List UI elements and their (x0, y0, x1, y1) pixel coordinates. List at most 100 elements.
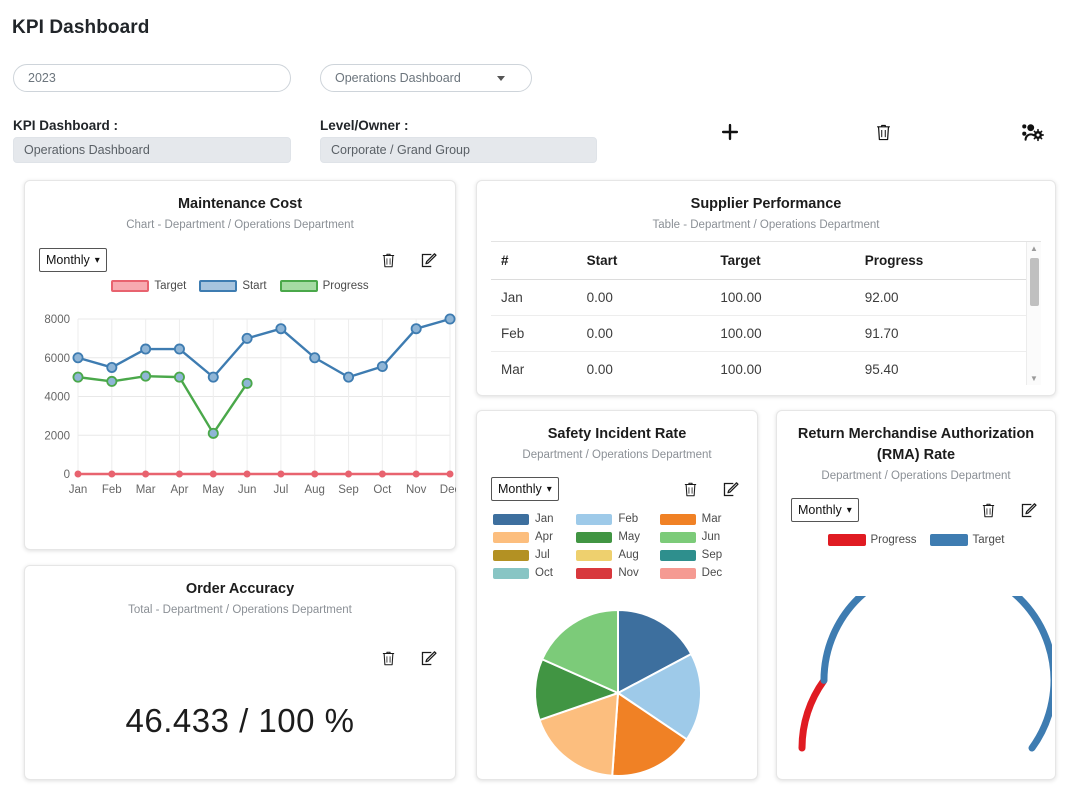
svg-text:Apr: Apr (171, 484, 189, 496)
dashboard-select[interactable]: Operations Dashboard (320, 64, 532, 92)
pie-legend-swatch-may (576, 531, 613, 543)
svg-text:Nov: Nov (406, 484, 427, 496)
level-owner-value: Corporate / Grand Group (320, 137, 597, 163)
period-select-maintenance[interactable]: Monthly ▾ (39, 248, 107, 273)
legend-swatch-progress (827, 534, 866, 547)
plus-icon[interactable] (716, 118, 744, 146)
card-edit-icon[interactable] (719, 478, 741, 500)
supplier-table-wrap: # Start Target Progress Jan 0.00 100.00 … (491, 241, 1041, 385)
svg-text:4000: 4000 (44, 392, 70, 404)
cell-target: 100.00 (710, 351, 855, 385)
card-edit-icon[interactable] (1017, 499, 1039, 521)
card-subtitle: Chart - Department / Operations Departme… (126, 219, 354, 232)
pie-legend-item: Nov (576, 567, 657, 579)
scroll-up-icon[interactable]: ▲ (1030, 242, 1038, 255)
pie-legend-label: Jul (535, 549, 550, 562)
chevron-down-icon: ▾ (94, 254, 100, 266)
legend-item: Target (111, 280, 187, 293)
period-select-safety[interactable]: Monthly ▾ (491, 477, 559, 502)
pie-legend-swatch-apr (493, 531, 529, 543)
year-input[interactable]: 2023 (13, 64, 291, 92)
table-row: Jan 0.00 100.00 92.00 (491, 279, 1026, 316)
trash-icon[interactable] (869, 118, 897, 146)
column-header: Target (710, 242, 855, 280)
pie-legend-item: Aug (576, 549, 657, 561)
table-scrollbar[interactable]: ▲ ▼ (1026, 242, 1041, 385)
svg-text:0: 0 (64, 469, 70, 481)
card-subtitle: Department / Operations Department (522, 449, 712, 462)
pie-legend-swatch-jun (659, 531, 696, 543)
pie-legend-label: Apr (535, 531, 553, 544)
card-delete-icon[interactable] (977, 499, 999, 521)
pie-legend-label: May (618, 531, 641, 544)
scroll-down-icon[interactable]: ▼ (1030, 372, 1038, 385)
legend-item: Progress (827, 534, 917, 547)
pie-legend-item: Apr (493, 531, 574, 543)
period-select-rma[interactable]: Monthly ▾ (791, 498, 859, 523)
legend-swatch-target (929, 534, 968, 547)
cell-target: 100.00 (710, 315, 855, 352)
cell-month: Mar (491, 351, 577, 385)
order-accuracy-value: 46.433 / 100 % (125, 702, 355, 740)
table-header-row: # Start Target Progress (491, 242, 1026, 280)
users-gear-icon[interactable] (1018, 118, 1046, 146)
cell-month: Feb (491, 315, 577, 352)
pie-legend-label: Aug (618, 549, 639, 562)
cell-progress: 91.70 (854, 315, 1026, 352)
card-edit-icon[interactable] (417, 249, 439, 271)
kpi-dashboard-label: KPI Dashboard : (13, 118, 119, 133)
safety-incident-pie-chart (534, 608, 702, 777)
scrollbar-thumb[interactable] (1030, 258, 1039, 306)
svg-text:Jan: Jan (69, 484, 88, 496)
svg-text:May: May (202, 484, 224, 496)
period-select-value: Monthly (498, 482, 542, 497)
pie-legend-swatch-feb (576, 513, 613, 525)
svg-text:Sep: Sep (338, 484, 358, 496)
svg-text:Oct: Oct (373, 484, 392, 496)
cell-start: 0.00 (576, 351, 711, 385)
card-order-accuracy: Order Accuracy Total - Department / Oper… (24, 565, 456, 780)
legend-label: Start (242, 280, 267, 293)
svg-text:Jun: Jun (238, 484, 257, 496)
pie-legend-label: Nov (618, 567, 639, 580)
card-subtitle: Total - Department / Operations Departme… (128, 604, 352, 617)
card-title: Supplier Performance (690, 196, 842, 212)
card-edit-icon[interactable] (417, 647, 439, 669)
cell-start: 0.00 (576, 279, 711, 316)
card-subtitle: Table - Department / Operations Departme… (652, 219, 880, 232)
table-row: Feb 0.00 100.00 91.70 (491, 315, 1026, 352)
page-title: KPI Dashboard (12, 17, 150, 38)
pie-legend-item: Jan (493, 513, 574, 525)
card-safety-incident-rate: Safety Incident Rate Department / Operat… (476, 410, 758, 780)
svg-text:Aug: Aug (304, 484, 324, 496)
pie-legend-label: Mar (701, 513, 722, 526)
legend-label: Target (154, 280, 187, 293)
dashboard-page: KPI Dashboard 2023 Operations Dashboard … (0, 0, 1080, 786)
card-delete-icon[interactable] (679, 478, 701, 500)
card-title: Order Accuracy (185, 581, 295, 597)
pie-legend-label: Oct (535, 567, 553, 580)
pie-legend-label: Dec (701, 567, 723, 580)
cell-progress: 92.00 (854, 279, 1026, 316)
column-header: Progress (854, 242, 1026, 280)
table-row: Mar 0.00 100.00 95.40 (491, 351, 1026, 385)
pie-legend-label: Sep (701, 549, 723, 562)
pie-legend-swatch-oct (493, 567, 529, 579)
pie-legend-swatch-aug (576, 549, 613, 561)
pie-legend-label: Jan (535, 513, 554, 526)
svg-text:6000: 6000 (44, 353, 70, 365)
pie-legend-swatch-mar (659, 513, 696, 525)
svg-text:2000: 2000 (44, 430, 70, 442)
card-title: Maintenance Cost (177, 196, 303, 212)
rma-gauge-chart (798, 596, 1052, 752)
legend-swatch-target (111, 280, 150, 293)
card-title: Return Merchandise Authorization (RMA) R… (777, 424, 1055, 466)
card-delete-icon[interactable] (377, 249, 399, 271)
card-title: Safety Incident Rate (547, 426, 687, 442)
pie-legend-swatch-sep (659, 549, 696, 561)
kpi-dashboard-value: Operations Dashboard (13, 137, 291, 163)
pie-legend: Jan Feb Mar Apr May Jun Jul Aug Sep Oct Nov Dec (477, 513, 757, 579)
card-delete-icon[interactable] (377, 647, 399, 669)
pie-legend-item: May (576, 531, 657, 543)
svg-text:Dec: Dec (440, 484, 456, 496)
